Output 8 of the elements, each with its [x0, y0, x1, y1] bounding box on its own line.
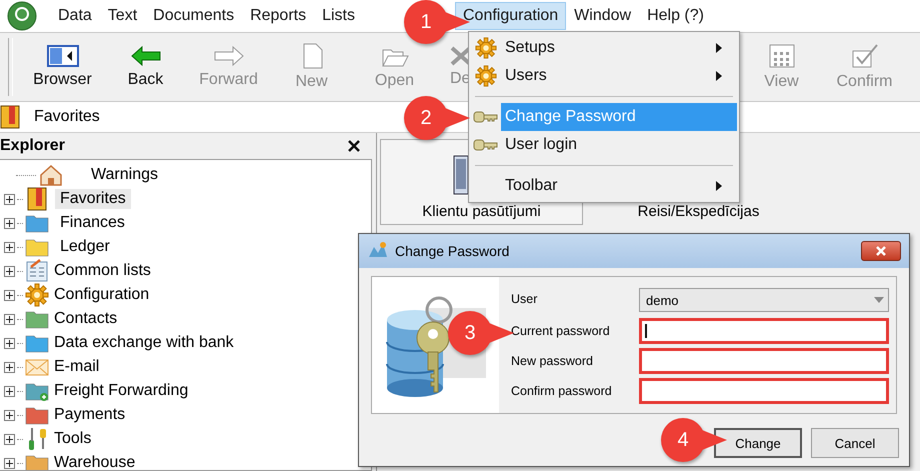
field-label: Confirm password [511, 383, 613, 400]
field-label: Current password [511, 323, 611, 340]
field-label: User [511, 291, 538, 308]
dialog-title: Change Password [395, 243, 510, 259]
field-label: New password [511, 353, 594, 370]
step-callout: 2 [404, 96, 470, 140]
favorites-label: Favorites [34, 108, 100, 126]
panel-title: Explorer [0, 137, 65, 155]
